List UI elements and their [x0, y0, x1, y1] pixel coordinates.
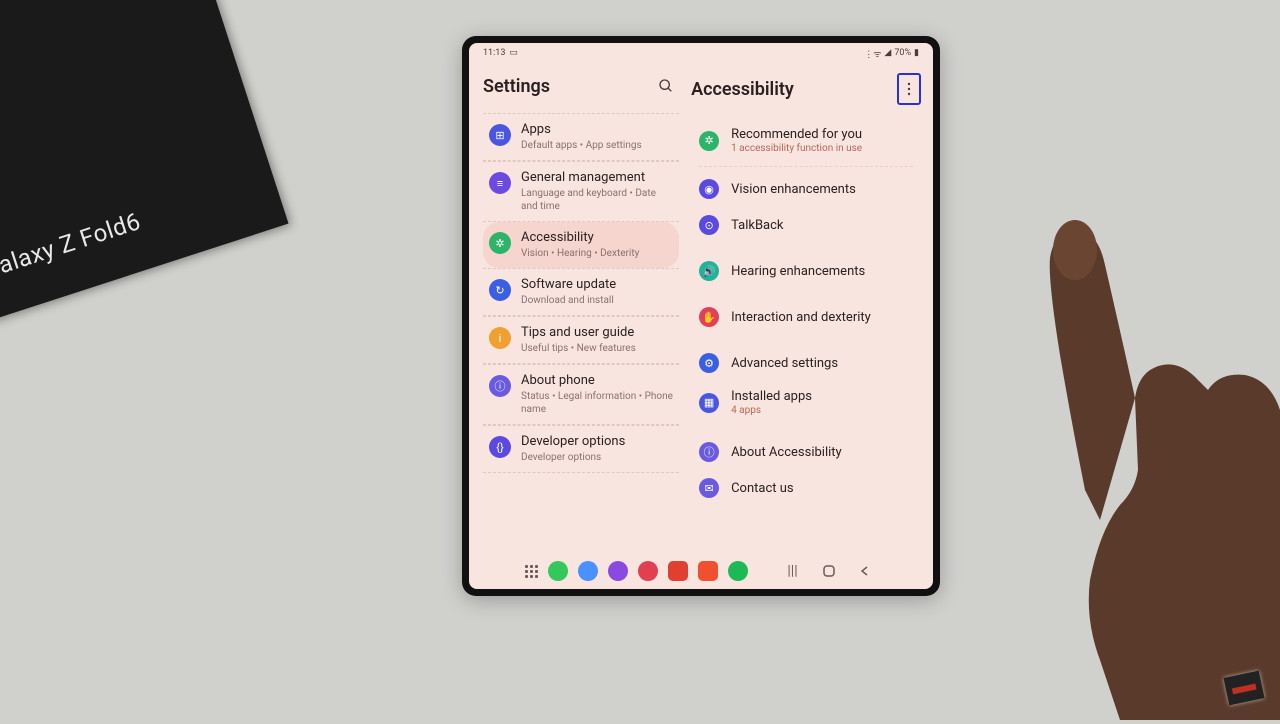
taskbar-app-phone[interactable] [548, 561, 568, 581]
battery-icon: ▮ [914, 48, 919, 58]
settings-item-developer-options[interactable]: {} Developer options Developer options [483, 425, 679, 473]
installed-apps-icon: ▦ [699, 393, 719, 413]
status-time: 11:13 [483, 48, 505, 58]
talkback-icon: ⊙ [699, 215, 719, 235]
settings-item-apps[interactable]: ⊞ Apps Default apps • App settings [483, 113, 679, 161]
accessibility-item-contact[interactable]: ✉ Contact us [691, 470, 921, 506]
tablet-device: 11:13 ▭ ⋮ᯤ ◢ 70% ▮ Settings ⊞ [462, 36, 940, 596]
taskbar-app-spotify[interactable] [728, 561, 748, 581]
accessibility-pane: Accessibility ✲ Recommended for you 1 ac… [687, 63, 933, 553]
interaction-icon: ✋ [699, 307, 719, 327]
nav-back-button[interactable] [852, 565, 878, 577]
taskbar-app-viber[interactable] [608, 561, 628, 581]
status-icon: ▭ [509, 48, 518, 58]
product-box: Galaxy Z Fold6 [0, 0, 289, 333]
wifi-icon: ⋮ᯤ [864, 47, 881, 60]
apps-icon: ⊞ [489, 124, 511, 146]
nav-recents-button[interactable]: ||| [780, 563, 806, 579]
signal-icon: ◢ [884, 48, 891, 58]
settings-list-pane: Settings ⊞ Apps Default apps • App setti… [469, 63, 687, 553]
general-management-icon: ≡ [489, 172, 511, 194]
taskbar-app-4[interactable] [638, 561, 658, 581]
more-options-button[interactable] [897, 73, 921, 105]
accessibility-item-hearing[interactable]: 🔊 Hearing enhancements [691, 253, 921, 289]
accessibility-title: Accessibility [691, 79, 794, 100]
accessibility-icon: ✲ [489, 232, 511, 254]
vision-icon: ◉ [699, 179, 719, 199]
taskbar-app-6[interactable] [698, 561, 718, 581]
settings-title: Settings [483, 76, 550, 97]
accessibility-item-about[interactable]: ⓘ About Accessibility [691, 434, 921, 470]
settings-item-software-update[interactable]: ↻ Software update Download and install [483, 268, 679, 316]
accessibility-item-advanced[interactable]: ⚙ Advanced settings [691, 345, 921, 381]
watermark-logo [1223, 671, 1264, 706]
tips-icon: i [489, 327, 511, 349]
app-drawer-button[interactable] [525, 565, 538, 578]
hearing-icon: 🔊 [699, 261, 719, 281]
software-update-icon: ↻ [489, 279, 511, 301]
status-bar: 11:13 ▭ ⋮ᯤ ◢ 70% ▮ [469, 43, 933, 63]
taskbar-app-youtube[interactable] [668, 561, 688, 581]
accessibility-item-vision[interactable]: ◉ Vision enhancements [691, 171, 921, 207]
taskbar: ||| [469, 553, 933, 589]
accessibility-item-recommended[interactable]: ✲ Recommended for you 1 accessibility fu… [691, 119, 921, 162]
contact-us-icon: ✉ [699, 478, 719, 498]
accessibility-item-talkback[interactable]: ⊙ TalkBack [691, 207, 921, 243]
divider [699, 166, 913, 167]
recommended-icon: ✲ [699, 131, 719, 151]
product-box-label: Galaxy Z Fold6 [0, 207, 144, 284]
about-accessibility-icon: ⓘ [699, 442, 719, 462]
nav-home-button[interactable] [816, 564, 842, 578]
accessibility-item-installed-apps[interactable]: ▦ Installed apps 4 apps [691, 381, 921, 424]
developer-options-icon: {} [489, 436, 511, 458]
about-phone-icon: ⓘ [489, 375, 511, 397]
screen: 11:13 ▭ ⋮ᯤ ◢ 70% ▮ Settings ⊞ [469, 43, 933, 589]
advanced-settings-icon: ⚙ [699, 353, 719, 373]
search-button[interactable] [653, 73, 679, 99]
settings-item-accessibility[interactable]: ✲ Accessibility Vision • Hearing • Dexte… [483, 222, 679, 268]
taskbar-app-messages[interactable] [578, 561, 598, 581]
settings-item-general-management[interactable]: ≡ General management Language and keyboa… [483, 161, 679, 222]
accessibility-item-interaction[interactable]: ✋ Interaction and dexterity [691, 299, 921, 335]
settings-item-tips[interactable]: i Tips and user guide Useful tips • New … [483, 316, 679, 364]
settings-item-about-phone[interactable]: ⓘ About phone Status • Legal information… [483, 364, 679, 425]
battery-text: 70% [894, 48, 911, 58]
